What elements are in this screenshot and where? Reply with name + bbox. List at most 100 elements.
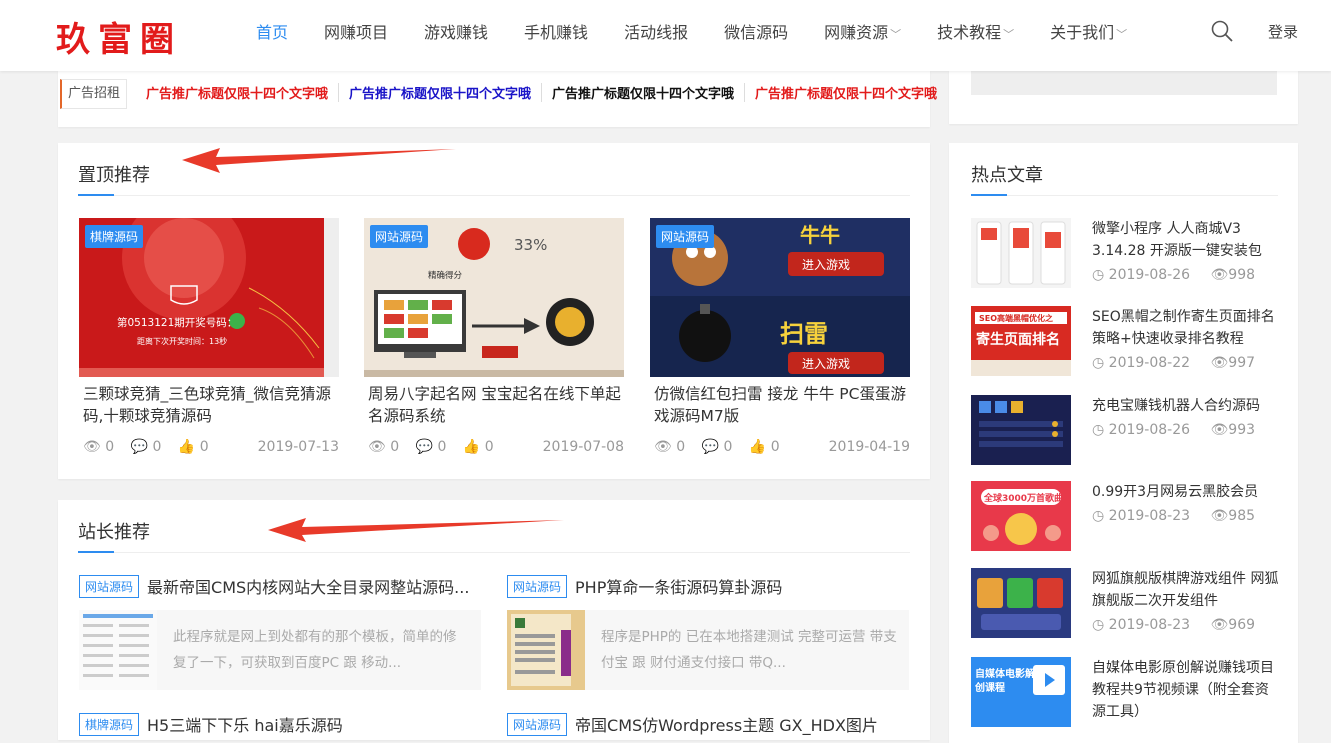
hot-title[interactable]: 自媒体电影原创解说赚钱项目教程共9节视频课（附全套资源工具） (1092, 657, 1282, 723)
nav-item-wechat-source[interactable]: 微信源码 (706, 19, 806, 43)
nav-item-home[interactable]: 首页 (238, 19, 306, 43)
post-card[interactable]: 第0513121期开奖号码： 距离下次开奖时间：13秒 棋牌源码 三颗球竞猜_三… (79, 218, 339, 457)
section-title: 站长推荐 (78, 522, 150, 543)
recommend-item[interactable]: 网站源码 帝国CMS仿Wordpress主题 GX_HDX图片 (507, 712, 909, 736)
image-text: 扫雷 (780, 320, 828, 348)
top-recommend-section: 置顶推荐 第0513121期开奖号码： 距离下次开奖时间：13秒 棋牌源码 三颗… (58, 143, 930, 479)
recommend-thumbnail[interactable] (79, 610, 157, 690)
likes-count: 👍 0 (177, 439, 209, 455)
ad-label: 广告招租 (60, 79, 128, 109)
ad-link[interactable]: 广告推广标题仅限十四个文字哦 (542, 83, 746, 102)
views-count: 👁 0 (83, 439, 115, 455)
hot-thumbnail[interactable]: 全球3000万首歌曲 (971, 481, 1071, 551)
eye-icon: 👁 (368, 439, 386, 455)
search-icon[interactable] (1210, 19, 1234, 43)
category-tag[interactable]: 网站源码 (79, 574, 140, 598)
clock-icon: ◷ (1092, 617, 1105, 633)
annotation-arrow (182, 148, 456, 173)
section-divider (78, 194, 910, 196)
recommend-item[interactable]: 网站源码 最新帝国CMS内核网站大全目录网整站源码... 此程序就是网上到处都有… (79, 574, 481, 690)
category-tag[interactable]: 棋牌源码 (85, 225, 144, 248)
ad-link[interactable]: 广告推广标题仅限十四个文字哦 (339, 83, 543, 102)
post-meta: 👁 0 💬 0 👍 0 2019-07-08 (364, 439, 624, 457)
recommend-title[interactable]: 帝国CMS仿Wordpress主题 GX_HDX图片 (575, 712, 878, 736)
category-tag[interactable]: 棋牌源码 (79, 712, 140, 736)
thumbs-up-icon[interactable]: 👍 (178, 439, 195, 455)
ad-link[interactable]: 广告推广标题仅限十四个文字哦 (136, 83, 340, 102)
thumbs-up-icon[interactable]: 👍 (749, 439, 766, 455)
eye-icon: 👁 (654, 439, 672, 455)
category-tag[interactable]: 网站源码 (507, 574, 568, 598)
nav-item-online-resources[interactable]: 网赚资源 ﹀ (806, 19, 919, 43)
category-tag[interactable]: 网站源码 (370, 225, 429, 248)
image-text: 33% (514, 236, 547, 254)
recommend-item[interactable]: 网站源码 PHP算命一条街源码算卦源码 程序是PHP的 已在本地搭建测试 完整可… (507, 574, 909, 690)
post-card[interactable]: 33% 精确得分 网站源码 周易八字起名网 宝宝起名在线下单起名源码系统 👁 0… (364, 218, 624, 457)
category-tag[interactable]: 网站源码 (507, 712, 568, 736)
nav-item-tech-tutorials[interactable]: 技术教程 ﹀ (919, 19, 1032, 43)
nav-item-online-projects[interactable]: 网赚项目 (306, 19, 406, 43)
recommend-thumbnail[interactable] (507, 610, 585, 690)
hot-meta: ◷ 2019-08-23 👁985 (1092, 508, 1256, 524)
hot-title[interactable]: 0.99开3月网易云黑胶会员 (1092, 481, 1282, 503)
nav-item-about-us[interactable]: 关于我们 ﹀ (1032, 19, 1145, 43)
hot-meta: ◷ 2019-08-26 👁993 (1092, 422, 1256, 438)
recommend-item[interactable]: 棋牌源码 H5三端下下乐 hai嘉乐源码 (79, 712, 481, 736)
recommend-title[interactable]: PHP算命一条街源码算卦源码 (575, 574, 782, 598)
hot-thumbnail[interactable] (971, 395, 1071, 465)
post-thumbnail[interactable]: 牛牛 进入游戏 扫雷 进入游戏 网站源码 (650, 218, 910, 377)
hot-thumbnail[interactable]: SEO高端黑帽优化之 寄生页面排名 (971, 306, 1071, 376)
hot-title[interactable]: 微擎小程序 人人商城V3 3.14.28 开源版一键安装包 (1092, 218, 1282, 262)
nav-item-activity-news[interactable]: 活动线报 (606, 19, 706, 43)
hot-articles-section: 热点文章 微擎小程序 人人商城V3 3.14.28 开源版一键安装包 ◷ 201… (949, 143, 1298, 743)
hot-meta: ◷ 2019-08-23 👁969 (1092, 617, 1256, 633)
recommend-body: 此程序就是网上到处都有的那个模板，简单的修复了一下，可获取到百度PC 跟 移动.… (79, 610, 481, 690)
hot-thumbnail[interactable]: 自媒体电影解说 创课程 (971, 657, 1071, 727)
post-date: 2019-04-19 (828, 439, 910, 455)
views-count: 👁 0 (368, 439, 400, 455)
ad-bar: 广告招租 广告推广标题仅限十四个文字哦 广告推广标题仅限十四个文字哦 广告推广标… (58, 71, 937, 127)
site-logo[interactable]: 玖富圈 (56, 12, 182, 61)
post-card[interactable]: 牛牛 进入游戏 扫雷 进入游戏 网站源码 仿微信红包扫雷 接龙 牛牛 PC蛋蛋游… (650, 218, 910, 457)
post-meta: 👁 0 💬 0 👍 0 2019-07-13 (79, 439, 339, 457)
recommend-body: 程序是PHP的 已在本地搭建测试 完整可运营 带支付宝 跟 财付通支付接口 带Q… (507, 610, 909, 690)
login-link[interactable]: 登录 (1268, 21, 1298, 42)
comments-count: 💬 0 (130, 439, 162, 455)
hot-title[interactable]: SEO黑帽之制作寄生页面排名策略+快速收录排名教程 (1092, 306, 1282, 350)
post-title[interactable]: 三颗球竞猜_三色球竞猜_微信竞猜源码,十颗球竞猜源码 (79, 383, 339, 429)
hot-meta: ◷ 2019-08-22 👁997 (1092, 355, 1256, 371)
likes-count: 👍 0 (462, 439, 494, 455)
image-text: SEO高端黑帽优化之 (979, 313, 1053, 323)
nav-item-mobile-earning[interactable]: 手机赚钱 (506, 19, 606, 43)
section-title: 热点文章 (971, 165, 1043, 186)
post-thumbnail[interactable]: 33% 精确得分 网站源码 (364, 218, 624, 377)
image-text: 精确得分 (428, 270, 463, 281)
post-title[interactable]: 周易八字起名网 宝宝起名在线下单起名源码系统 (364, 383, 624, 429)
post-meta: 👁 0 💬 0 👍 0 2019-04-19 (650, 439, 910, 457)
thumbs-up-icon[interactable]: 👍 (463, 439, 480, 455)
eye-icon: 👁 (1210, 355, 1229, 371)
nav-item-game-earning[interactable]: 游戏赚钱 (406, 19, 506, 43)
eye-icon: 👁 (1210, 267, 1229, 283)
comment-icon: 💬 (130, 439, 149, 455)
hot-title[interactable]: 充电宝赚钱机器人合约源码 (1092, 395, 1282, 417)
post-date: 2019-07-13 (257, 439, 339, 455)
hot-thumbnail[interactable] (971, 568, 1071, 638)
recommend-title[interactable]: H5三端下下乐 hai嘉乐源码 (147, 712, 343, 736)
category-tag[interactable]: 网站源码 (656, 225, 715, 248)
hot-thumbnail[interactable] (971, 218, 1071, 288)
site-header: 玖富圈 首页 网赚项目 游戏赚钱 手机赚钱 活动线报 微信源码 网赚资源 ﹀ 技术… (0, 0, 1331, 71)
post-thumbnail[interactable]: 第0513121期开奖号码： 距离下次开奖时间：13秒 棋牌源码 (79, 218, 339, 377)
ad-link[interactable]: 广告推广标题仅限十四个文字哦 (745, 83, 947, 102)
post-title[interactable]: 仿微信红包扫雷 接龙 牛牛 PC蛋蛋游戏源码M7版 (650, 383, 910, 429)
hot-title[interactable]: 网狐旗舰版棋牌游戏组件 网狐旗舰版二次开发组件 (1092, 568, 1282, 612)
recommend-title[interactable]: 最新帝国CMS内核网站大全目录网整站源码... (147, 574, 469, 598)
image-text: 创课程 (974, 681, 1005, 694)
recommend-excerpt: 程序是PHP的 已在本地搭建测试 完整可运营 带支付宝 跟 财付通支付接口 带Q… (601, 629, 897, 671)
main-nav: 首页 网赚项目 游戏赚钱 手机赚钱 活动线报 微信源码 网赚资源 ﹀ 技术教程 ﹀ … (238, 0, 1145, 62)
image-text: 距离下次开奖时间：13秒 (137, 336, 227, 346)
ad-links: 广告推广标题仅限十四个文字哦 广告推广标题仅限十四个文字哦 广告推广标题仅限十四… (136, 83, 947, 102)
chevron-down-icon: ﹀ (890, 28, 902, 41)
hot-meta: ◷ 2019-08-26 👁998 (1092, 267, 1256, 283)
sidebar-placeholder (971, 71, 1277, 95)
